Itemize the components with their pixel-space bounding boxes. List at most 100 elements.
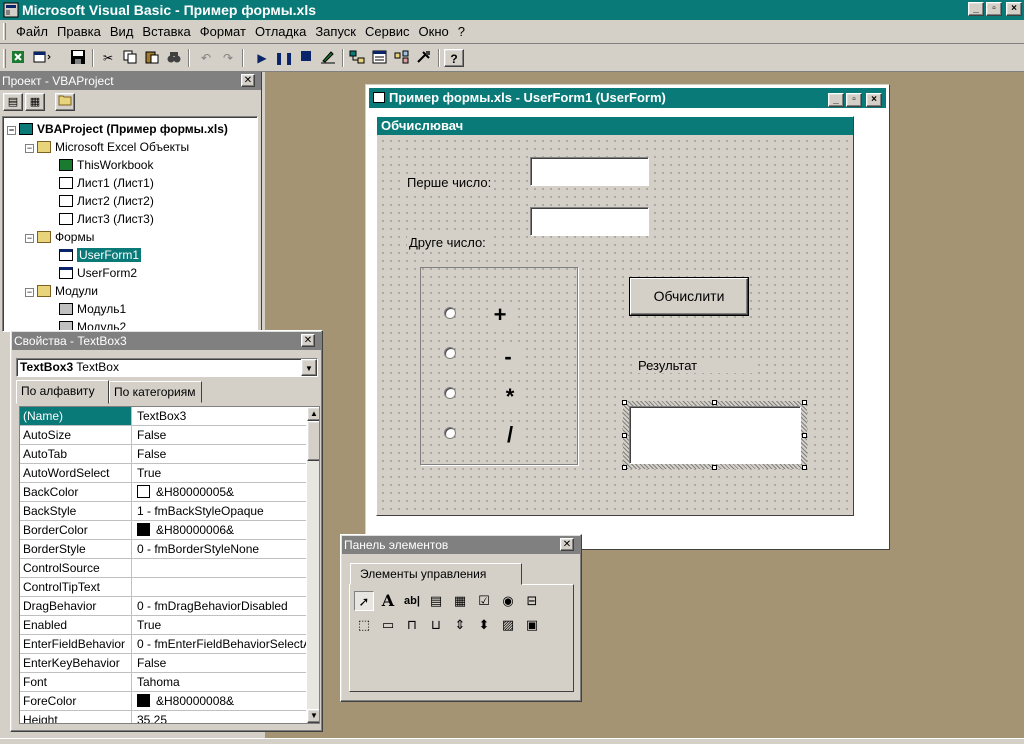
tree-node-sheet3[interactable]: Лист3 (Лист3) xyxy=(59,211,154,227)
undo-icon[interactable]: ↶ xyxy=(196,49,216,67)
menu-view[interactable]: Вид xyxy=(110,24,134,39)
togglebutton-tool-icon[interactable]: ⊟ xyxy=(522,591,542,611)
property-value[interactable]: TextBox3 xyxy=(134,407,306,425)
property-grid-scrollbar[interactable]: ▲ ▼ xyxy=(307,407,319,723)
view-object-icon[interactable]: ▦ xyxy=(25,93,45,111)
image-tool-icon[interactable]: ▨ xyxy=(498,615,518,635)
property-value[interactable]: 1 - fmBackStyleOpaque xyxy=(134,502,306,520)
toolbar-grip[interactable] xyxy=(3,49,6,68)
scroll-up-icon[interactable]: ▲ xyxy=(307,407,319,421)
object-selector[interactable]: TextBox3 TextBox ▼ xyxy=(16,358,318,377)
label-multiply[interactable]: * xyxy=(498,385,522,409)
find-icon[interactable] xyxy=(164,49,184,67)
textbox-first-number[interactable] xyxy=(530,157,649,186)
menu-help[interactable]: ? xyxy=(458,24,465,39)
property-value[interactable]: False xyxy=(134,654,306,672)
checkbox-tool-icon[interactable]: ☑ xyxy=(474,591,494,611)
textbox-tool-icon[interactable]: ab| xyxy=(402,591,422,611)
tab-alphabetic[interactable]: По алфавиту xyxy=(16,380,109,404)
property-value[interactable]: True xyxy=(134,616,306,634)
close-button[interactable]: × xyxy=(1006,2,1022,16)
property-value[interactable] xyxy=(134,578,306,596)
close-button[interactable]: × xyxy=(866,93,882,107)
maximize-button[interactable]: ▫ xyxy=(846,93,862,107)
option-subtract[interactable] xyxy=(444,347,456,359)
option-multiply[interactable] xyxy=(444,387,456,399)
resize-handle[interactable] xyxy=(712,400,717,405)
menu-tools[interactable]: Сервис xyxy=(365,24,410,39)
property-row[interactable]: EnterKeyBehavior False xyxy=(20,654,306,673)
textbox-result[interactable] xyxy=(629,406,801,464)
property-row[interactable]: EnterFieldBehavior 0 - fmEnterFieldBehavi… xyxy=(20,635,306,654)
project-tree[interactable]: − VBAProject (Пример формы.xls) − Microsof… xyxy=(2,116,258,332)
collapse-icon[interactable]: − xyxy=(7,126,16,135)
close-icon[interactable]: ✕ xyxy=(241,74,255,87)
userform-canvas[interactable]: Обчислювач Перше число: Друге число: + -… xyxy=(376,116,854,516)
property-row[interactable]: BackColor &H80000005& xyxy=(20,483,306,502)
toggle-folders-icon[interactable] xyxy=(55,93,75,111)
break-icon[interactable]: ❚❚ xyxy=(274,49,294,67)
label-divide[interactable]: / xyxy=(498,423,522,447)
cut-icon[interactable]: ✂ xyxy=(98,49,118,67)
property-value[interactable] xyxy=(134,559,306,577)
menu-debug[interactable]: Отладка xyxy=(255,24,306,39)
property-row[interactable]: BackStyle 1 - fmBackStyleOpaque xyxy=(20,502,306,521)
property-row[interactable]: Height 35,25 xyxy=(20,711,306,723)
menu-grip[interactable] xyxy=(3,23,6,40)
tabstrip-tool-icon[interactable]: ⊓ xyxy=(402,615,422,635)
combobox-tool-icon[interactable]: ▤ xyxy=(426,591,446,611)
tree-node-module1[interactable]: Модуль1 xyxy=(59,301,126,317)
resize-handle[interactable] xyxy=(622,465,627,470)
property-value[interactable]: &H80000005& xyxy=(134,483,306,501)
tree-node-userform2[interactable]: UserForm2 xyxy=(59,265,137,281)
property-value[interactable]: False xyxy=(134,426,306,444)
compute-button[interactable]: Обчислити xyxy=(630,278,748,315)
collapse-icon[interactable]: − xyxy=(25,288,34,297)
menu-file[interactable]: Файл xyxy=(16,24,48,39)
label-tool-icon[interactable]: A xyxy=(378,591,398,611)
property-row[interactable]: ControlSource xyxy=(20,559,306,578)
property-row[interactable]: AutoSize False xyxy=(20,426,306,445)
label-second-number[interactable]: Друге число: xyxy=(407,235,488,250)
property-value[interactable]: 0 - fmEnterFieldBehaviorSelectAll xyxy=(134,635,306,653)
tree-node-sheet2[interactable]: Лист2 (Лист2) xyxy=(59,193,154,209)
option-divide[interactable] xyxy=(444,427,456,439)
reset-icon[interactable] xyxy=(296,49,316,67)
menu-run[interactable]: Запуск xyxy=(315,24,356,39)
scrollbar-tool-icon[interactable]: ⇕ xyxy=(450,615,470,635)
form-client-area[interactable]: Перше число: Друге число: + - * / Обчисл… xyxy=(377,135,853,515)
spinbutton-tool-icon[interactable]: ⬍ xyxy=(474,615,494,635)
minimize-button[interactable]: _ xyxy=(828,93,844,107)
property-value[interactable]: Tahoma xyxy=(134,673,306,691)
property-row[interactable]: (Name) TextBox3 xyxy=(20,407,306,426)
chevron-down-icon[interactable]: ▼ xyxy=(301,359,317,376)
design-mode-icon[interactable] xyxy=(318,49,338,67)
multipage-tool-icon[interactable]: ⊔ xyxy=(426,615,446,635)
scroll-down-icon[interactable]: ▼ xyxy=(307,709,319,723)
tab-categorized[interactable]: По категориям xyxy=(109,381,202,403)
resize-handle[interactable] xyxy=(802,400,807,405)
textbox-second-number[interactable] xyxy=(530,207,649,236)
menu-format[interactable]: Формат xyxy=(200,24,246,39)
property-value[interactable]: 35,25 xyxy=(134,711,306,723)
property-row[interactable]: ForeColor &H80000008& xyxy=(20,692,306,711)
menu-window[interactable]: Окно xyxy=(419,24,449,39)
redo-icon[interactable]: ↷ xyxy=(218,49,238,67)
insert-userform-icon[interactable] xyxy=(32,49,52,67)
menu-edit[interactable]: Правка xyxy=(57,24,101,39)
restore-button[interactable]: ▫ xyxy=(986,2,1002,16)
tree-node-vbaproject[interactable]: − VBAProject (Пример формы.xls) xyxy=(7,121,228,137)
resize-handle[interactable] xyxy=(622,400,627,405)
refedit-tool-icon[interactable]: ▣ xyxy=(522,615,542,635)
tree-node-userform1[interactable]: UserForm1 xyxy=(59,247,142,263)
toolbox-icon[interactable] xyxy=(414,49,434,67)
result-label[interactable]: Результат xyxy=(636,358,758,373)
save-icon[interactable] xyxy=(68,49,88,67)
property-value[interactable]: 0 - fmBorderStyleNone xyxy=(134,540,306,558)
scroll-thumb[interactable] xyxy=(307,421,319,461)
vb-app-icon[interactable] xyxy=(3,2,19,18)
view-code-icon[interactable]: ▤ xyxy=(3,93,23,111)
resize-handle[interactable] xyxy=(802,465,807,470)
label-subtract[interactable]: - xyxy=(496,345,520,369)
excel-icon[interactable] xyxy=(10,49,30,67)
